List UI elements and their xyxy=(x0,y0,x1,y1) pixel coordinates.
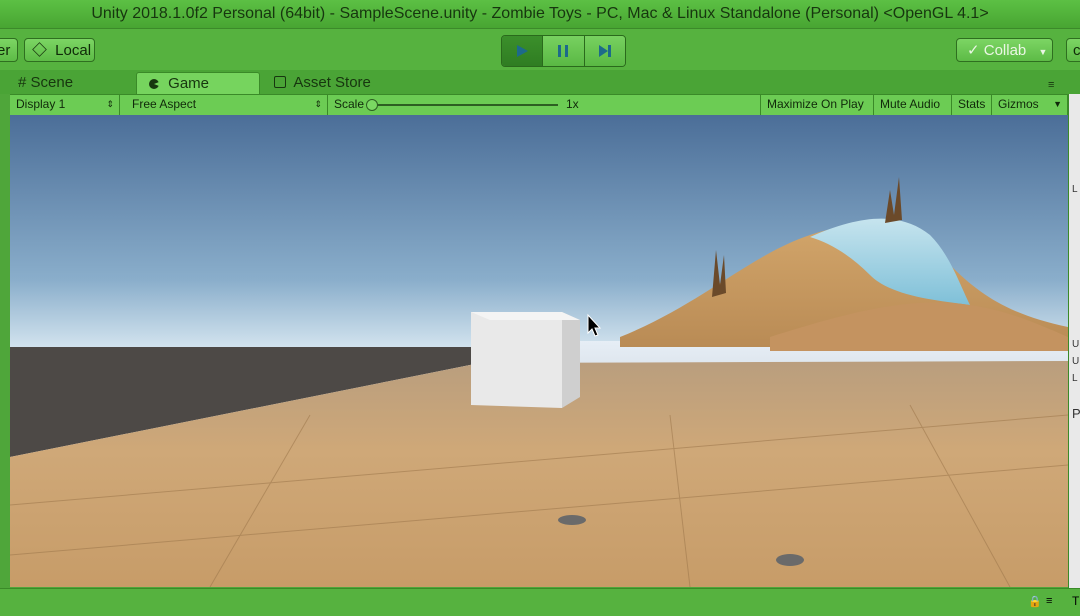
status-right-text: T xyxy=(1072,594,1080,608)
dropdown-arrow-icon: ▼ xyxy=(1038,47,1048,57)
tab-game-label: Game xyxy=(168,75,210,92)
right-panel-edge: L U U L P xyxy=(1068,94,1080,588)
right-panel-line: U xyxy=(1072,356,1080,367)
collab-label: Collab xyxy=(983,42,1027,59)
play-icon xyxy=(517,45,529,57)
dropdown-arrow-icon: ▼ xyxy=(1053,99,1062,109)
pause-button[interactable] xyxy=(543,36,585,66)
cube-side xyxy=(562,312,580,408)
right-panel-line: L xyxy=(1072,373,1078,384)
display-label: Display 1 xyxy=(16,97,66,111)
game-view-toolbar: Display 1 ⇕ Free Aspect ⇕ Scale 1x Maxim… xyxy=(10,94,1068,116)
display-dropdown[interactable]: Display 1 ⇕ xyxy=(10,95,120,115)
local-toggle-button[interactable]: Local xyxy=(24,38,95,62)
game-render xyxy=(10,115,1068,587)
local-label: Local xyxy=(55,42,92,59)
tab-game[interactable]: Game xyxy=(136,72,260,94)
status-bar: 🔒 ≡ T xyxy=(0,588,1080,616)
aspect-label: Free Aspect xyxy=(132,97,197,111)
panel-menu-icon[interactable]: ≡ xyxy=(1048,79,1054,91)
account-label: c xyxy=(1073,42,1080,59)
scale-slider[interactable] xyxy=(366,99,558,111)
account-button[interactable]: c xyxy=(1066,38,1080,62)
updown-arrow-icon: ⇕ xyxy=(106,99,114,109)
floor-knot xyxy=(558,515,586,525)
mute-audio-toggle[interactable]: Mute Audio xyxy=(874,95,952,115)
tab-scene-label: Scene xyxy=(30,74,74,91)
left-panel-edge xyxy=(0,94,10,588)
collab-button[interactable]: ✓ Collab ▼ xyxy=(956,38,1053,62)
cube-icon xyxy=(32,42,47,57)
gizmos-dropdown[interactable]: Gizmos ▼ xyxy=(992,95,1068,115)
playback-controls xyxy=(501,35,626,67)
store-icon xyxy=(274,76,286,88)
updown-arrow-icon: ⇕ xyxy=(314,99,322,109)
tab-asset-store[interactable]: Asset Store xyxy=(262,72,402,94)
cube-top xyxy=(471,312,580,320)
right-panel-line: P xyxy=(1072,406,1080,421)
pivot-toggle-button[interactable]: er xyxy=(0,38,18,62)
window-title: Unity 2018.1.0f2 Personal (64bit) - Samp… xyxy=(0,0,1080,28)
step-icon xyxy=(598,45,611,57)
pivot-toggle-label: er xyxy=(0,42,11,59)
play-button[interactable] xyxy=(502,36,544,66)
maximize-label: Maximize On Play xyxy=(767,97,864,111)
stats-toggle[interactable]: Stats xyxy=(952,95,992,115)
mute-label: Mute Audio xyxy=(880,97,941,111)
scale-control: Scale 1x xyxy=(328,95,766,115)
game-viewport[interactable] xyxy=(10,115,1068,587)
maximize-on-play-toggle[interactable]: Maximize On Play xyxy=(760,95,874,115)
right-panel-line: U xyxy=(1072,339,1080,350)
panel-menu-icon[interactable]: ≡ xyxy=(1046,595,1052,607)
main-toolbar: er Local ✓ Collab ▼ c xyxy=(0,28,1080,71)
right-panel-line: L xyxy=(1072,184,1078,195)
stats-label: Stats xyxy=(958,97,986,111)
hash-icon: # xyxy=(18,74,27,91)
scale-slider-thumb[interactable] xyxy=(366,99,378,111)
check-icon: ✓ xyxy=(967,42,980,59)
scale-value: 1x xyxy=(566,97,579,111)
pacman-icon xyxy=(149,79,159,89)
floor-knot xyxy=(776,554,804,566)
gizmos-label: Gizmos xyxy=(998,97,1039,111)
tab-asset-store-label: Asset Store xyxy=(293,74,371,91)
cube-front xyxy=(471,312,562,408)
lock-icon[interactable]: 🔒 xyxy=(1028,595,1042,608)
view-tabs: # Scene Game Asset Store ≡ xyxy=(0,70,1080,94)
step-button[interactable] xyxy=(584,36,625,66)
scale-label: Scale xyxy=(334,97,365,111)
pause-icon xyxy=(558,45,569,57)
tab-scene[interactable]: # Scene xyxy=(0,72,130,94)
aspect-dropdown[interactable]: Free Aspect ⇕ xyxy=(126,95,328,115)
